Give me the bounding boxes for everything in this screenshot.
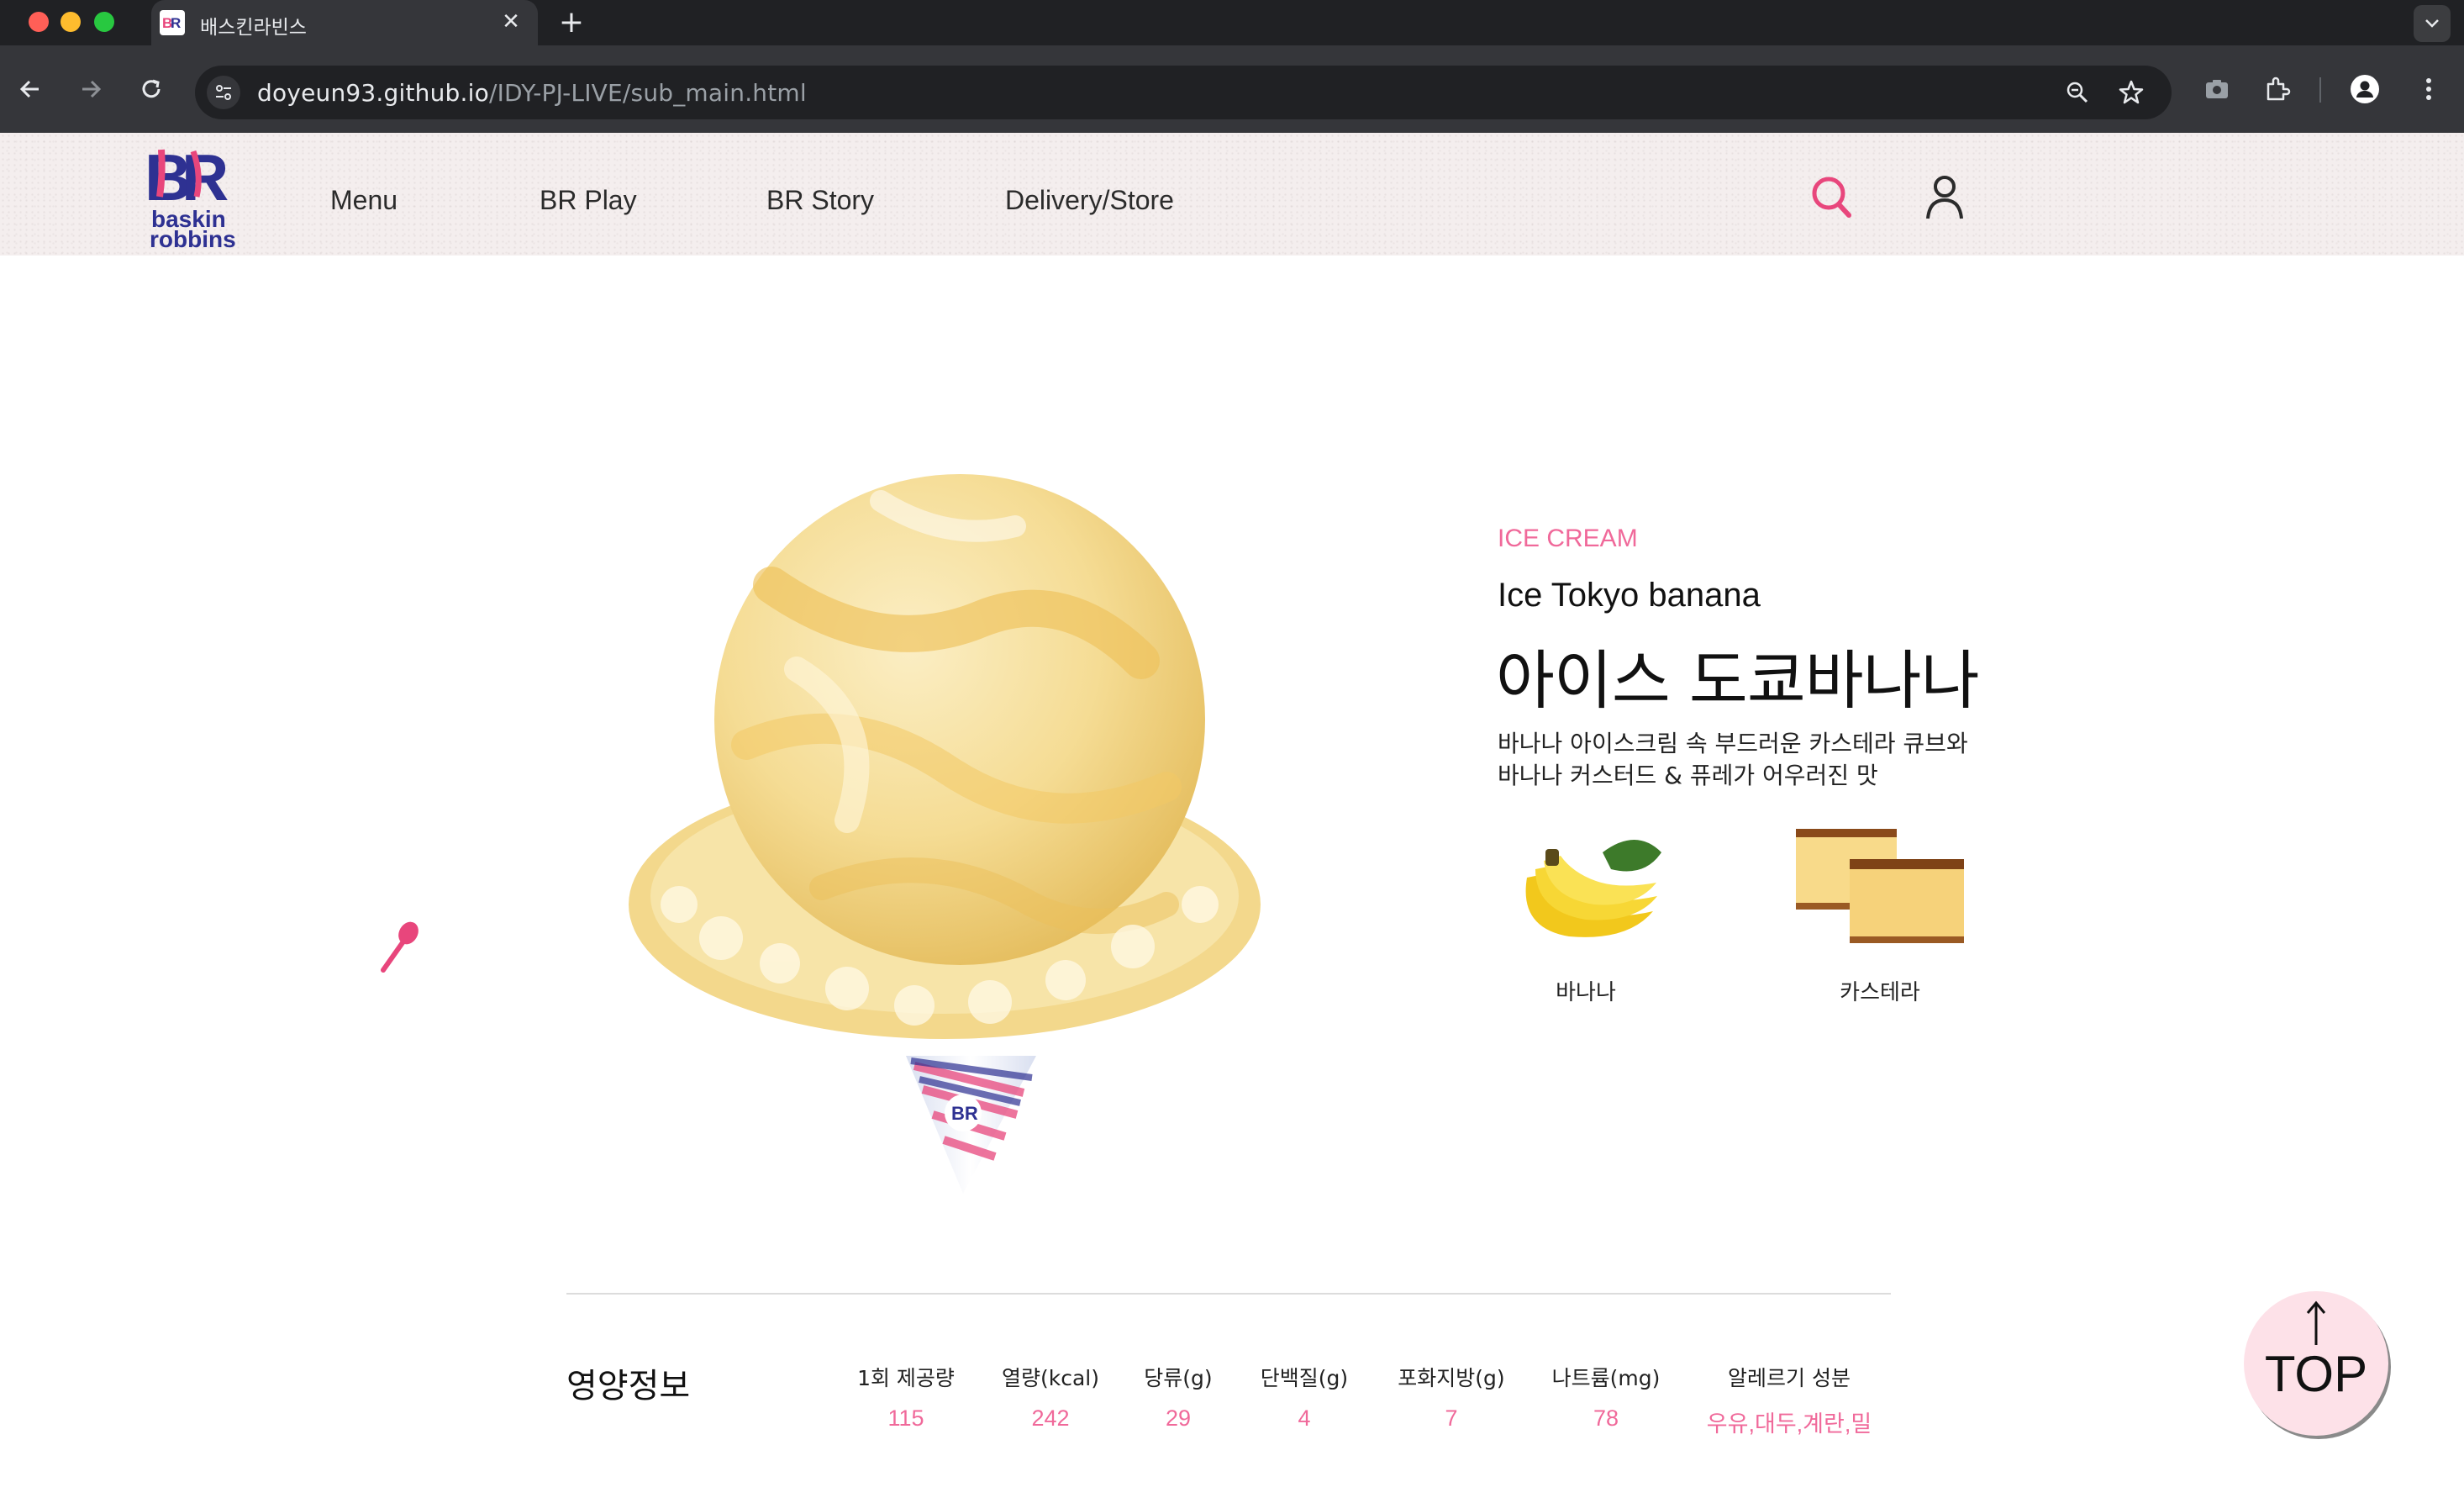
nutrition-label: 1회 제공량	[857, 1366, 955, 1390]
product-category: ICE CREAM	[1498, 525, 1638, 552]
nutrition-value: 4	[1298, 1405, 1311, 1431]
section-divider	[566, 1293, 1891, 1295]
product-name-ko: 아이스 도쿄바나나	[1496, 643, 1980, 718]
tab-list-icon[interactable]	[2414, 5, 2451, 42]
nutrition-value: 29	[1165, 1405, 1192, 1431]
nutrition-value: 우유,대두,계란,밀	[1706, 1411, 1872, 1437]
svg-text:R: R	[171, 15, 181, 31]
nutrition-value: 115	[887, 1405, 924, 1431]
profile-icon[interactable]	[2348, 72, 2382, 106]
nav-delivery-store[interactable]: Delivery/Store	[1005, 185, 1174, 216]
nutrition-protein: 단백질(g) 4	[1256, 1362, 1353, 1432]
nutrition-label: 열량(kcal)	[1002, 1366, 1099, 1390]
nav-menu[interactable]: Menu	[330, 185, 398, 216]
bookmark-star-icon[interactable]	[2118, 79, 2145, 106]
browser-tab-bar: BR 배스킨라빈스 ✕ +	[0, 0, 2464, 45]
tab-title: 배스킨라빈스	[200, 17, 307, 39]
nutrition-value: 78	[1593, 1405, 1619, 1431]
nutrition-label: 당류(g)	[1144, 1366, 1213, 1390]
product-image: BR	[629, 467, 1267, 1199]
castella-icon	[1796, 829, 1964, 943]
new-tab-icon[interactable]: +	[555, 7, 588, 40]
svg-text:robbins: robbins	[150, 226, 236, 249]
zoom-icon[interactable]	[2064, 79, 2091, 106]
ingredient-castella	[1783, 819, 1977, 953]
nutrition-serving: 1회 제공량 115	[854, 1362, 958, 1432]
user-icon[interactable]	[1918, 170, 1972, 224]
window-minimize-button[interactable]	[61, 12, 81, 32]
nutrition-saturated-fat: 포화지방(g) 7	[1392, 1362, 1511, 1432]
nutrition-sugar: 당류(g) 29	[1136, 1362, 1220, 1432]
window-close-button[interactable]	[29, 12, 49, 32]
spoon-icon	[376, 920, 424, 975]
ingredient-label-castella: 카스테라	[1840, 980, 1920, 1005]
nutrition-label: 포화지방(g)	[1398, 1366, 1505, 1390]
site-settings-icon[interactable]	[207, 76, 240, 109]
nutrition-label: 알레르기 성분	[1728, 1366, 1851, 1390]
scroll-top-button[interactable]: TOP	[2244, 1291, 2388, 1436]
scroll-top-label: TOP	[2264, 1346, 2368, 1402]
nutrition-label: 나트륨(mg)	[1551, 1366, 1661, 1390]
tab-close-icon[interactable]: ✕	[498, 8, 524, 35]
arrow-up-icon	[2306, 1300, 2326, 1345]
browser-tab[interactable]: BR 배스킨라빈스 ✕	[151, 0, 538, 45]
ingredient-banana	[1489, 819, 1682, 953]
nutrition-sodium: 나트륨(mg) 78	[1546, 1362, 1666, 1432]
more-menu-icon[interactable]	[2412, 72, 2446, 106]
search-icon[interactable]	[1805, 171, 1859, 225]
address-bar[interactable]: doyeun93.github.io/IDY-PJ-LIVE/sub_main.…	[195, 66, 2172, 119]
product-name-en: Ice Tokyo banana	[1498, 577, 1761, 614]
nav-br-story[interactable]: BR Story	[766, 185, 874, 216]
nutrition-value: 7	[1445, 1405, 1458, 1431]
reload-icon[interactable]	[134, 72, 168, 106]
camera-icon[interactable]	[2200, 72, 2234, 106]
extensions-icon[interactable]	[2261, 72, 2294, 106]
svg-text:R: R	[182, 143, 229, 214]
nutrition-value: 242	[1031, 1405, 1070, 1431]
nav-br-play[interactable]: BR Play	[540, 185, 637, 216]
favicon-icon: BR	[160, 10, 185, 35]
toolbar-separator	[2319, 77, 2321, 103]
nutrition-title: 영양정보	[566, 1367, 691, 1405]
browser-toolbar: doyeun93.github.io/IDY-PJ-LIVE/sub_main.…	[0, 45, 2464, 133]
product-description: 바나나 아이스크림 속 부드러운 카스테라 큐브와 바나나 커스터드 & 퓨레가…	[1498, 730, 1968, 789]
back-icon[interactable]	[13, 72, 47, 106]
baskin-robbins-logo[interactable]: B R baskin robbins	[145, 140, 242, 252]
nutrition-allergens: 알레르기 성분 우유,대두,계란,밀	[1701, 1362, 1877, 1438]
svg-text:BR: BR	[951, 1103, 978, 1124]
nutrition-calories: 열량(kcal) 242	[1000, 1362, 1101, 1432]
ingredient-label-banana: 바나나	[1556, 980, 1616, 1005]
site-header: B R baskin robbins Menu BR Play BR Story…	[0, 133, 2464, 256]
window-zoom-button[interactable]	[94, 12, 114, 32]
nutrition-label: 단백질(g)	[1260, 1366, 1349, 1390]
forward-icon[interactable]	[74, 72, 108, 106]
url-text[interactable]: doyeun93.github.io/IDY-PJ-LIVE/sub_main.…	[257, 79, 807, 107]
banana-icon	[1525, 840, 1661, 937]
